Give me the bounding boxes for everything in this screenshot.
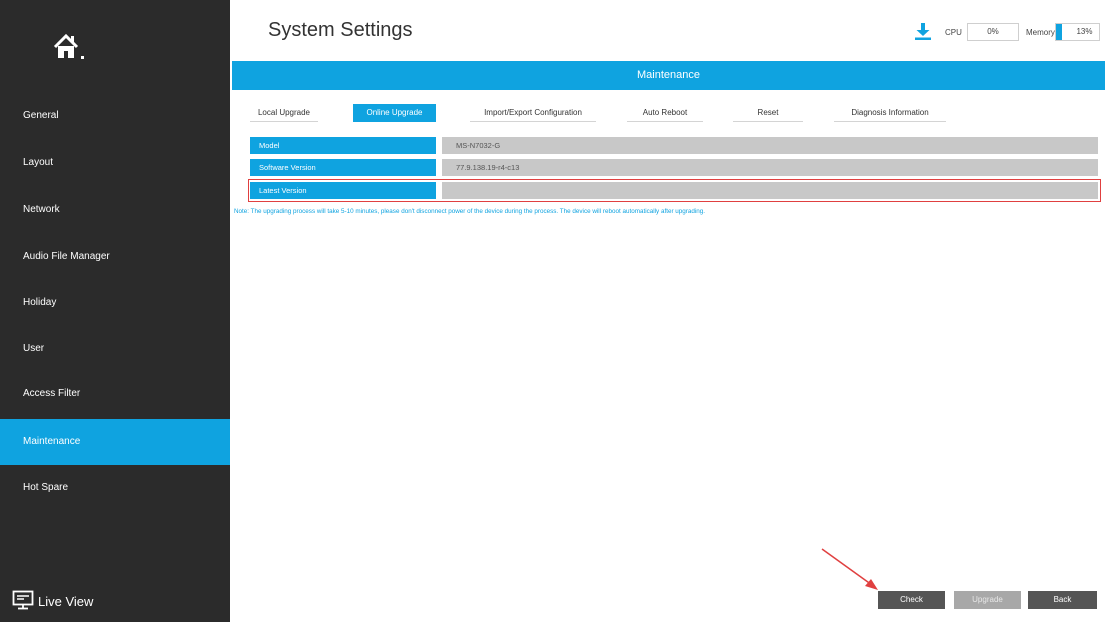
sidebar-item-hot-spare[interactable]: Hot Spare [0,465,230,511]
back-button[interactable]: Back [1028,591,1097,609]
sidebar-item-label: Hot Spare [23,482,69,493]
model-label: Model [250,137,436,154]
sidebar-item-label: General [23,110,59,121]
check-button[interactable]: Check [878,591,945,609]
sidebar-item-label: Maintenance [23,436,81,447]
cpu-label: CPU [945,28,962,37]
sidebar-item-network[interactable]: Network [0,187,230,233]
sidebar: General Layout Network Audio File Manage… [0,0,230,622]
tab-label: Local Upgrade [257,108,311,117]
memory-usage-bar [1056,24,1062,40]
tab-label: Import/Export Configuration [484,108,582,117]
download-icon[interactable] [915,23,931,40]
tab-label: Online Upgrade [366,108,423,117]
cpu-usage-box: 0% [967,23,1019,41]
sidebar-item-label: Holiday [23,297,57,308]
sidebar-item-audio-file-manager[interactable]: Audio File Manager [0,234,230,280]
live-view-label: Live View [38,593,94,609]
latest-version-highlight [248,179,1101,202]
annotation-arrow-icon [818,546,882,592]
monitor-icon [12,590,34,613]
sidebar-item-label: Access Filter [23,388,81,399]
cpu-value: 0% [987,27,999,36]
model-value: MS-N7032-G [442,137,1098,154]
sidebar-item-label: Audio File Manager [23,251,110,262]
memory-label: Memory [1026,28,1055,37]
tab-reset[interactable]: Reset [733,104,803,122]
live-view-button[interactable]: Live View [12,588,93,614]
page-title: System Settings [268,19,413,41]
memory-value: 13% [1076,27,1093,36]
tab-diagnosis-information[interactable]: Diagnosis Information [834,104,946,122]
tab-label: Reset [757,108,779,117]
tab-import-export-configuration[interactable]: Import/Export Configuration [470,104,596,122]
sidebar-item-user[interactable]: User [0,326,230,372]
tab-label: Diagnosis Information [851,108,929,117]
tab-online-upgrade[interactable]: Online Upgrade [353,104,436,122]
upgrade-note: Note: The upgrading process will take 5-… [234,208,706,215]
home-icon[interactable] [52,32,92,64]
memory-usage-box: 13% [1055,23,1100,41]
sidebar-item-maintenance[interactable]: Maintenance [0,419,230,465]
sidebar-item-label: User [23,343,45,354]
sidebar-item-label: Network [23,204,60,215]
section-title: Maintenance [232,61,1105,90]
sidebar-item-access-filter[interactable]: Access Filter [0,371,230,417]
software-version-label: Software Version [250,159,436,176]
sidebar-item-label: Layout [23,157,54,168]
software-version-value: 77.9.138.19-r4-c13 [442,159,1098,176]
sidebar-item-holiday[interactable]: Holiday [0,280,230,326]
sidebar-item-general[interactable]: General [0,93,230,139]
upgrade-button[interactable]: Upgrade [954,591,1021,609]
tab-label: Auto Reboot [642,108,688,117]
tab-local-upgrade[interactable]: Local Upgrade [250,104,318,122]
tab-auto-reboot[interactable]: Auto Reboot [627,104,703,122]
sidebar-item-layout[interactable]: Layout [0,140,230,186]
